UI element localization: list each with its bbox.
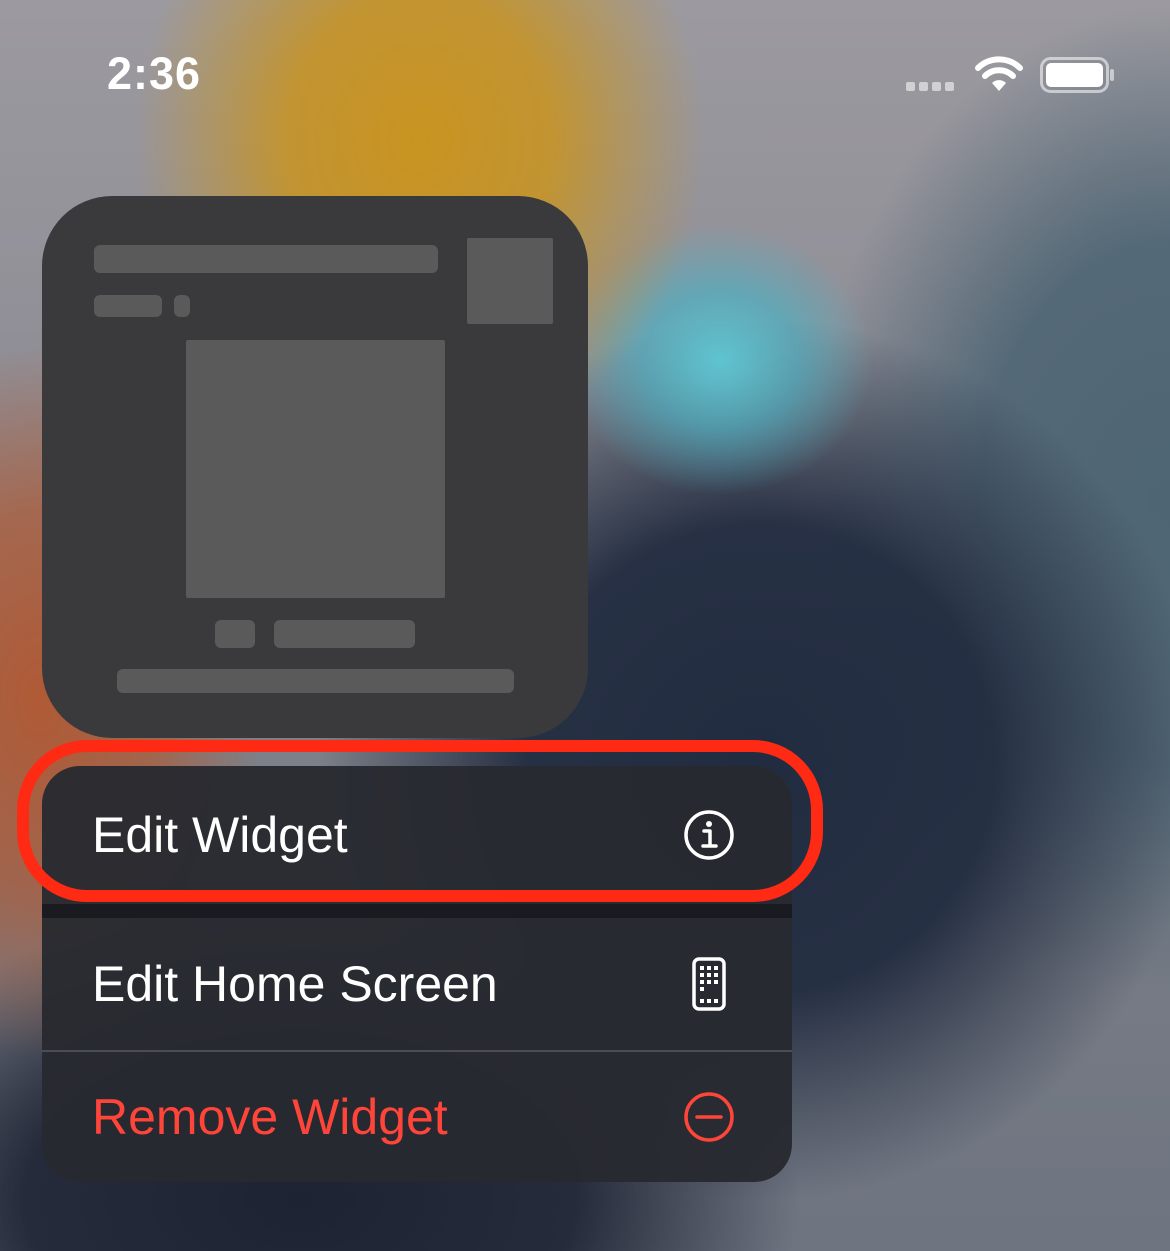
placeholder-dot <box>174 295 190 317</box>
remove-widget-label: Remove Widget <box>92 1089 448 1145</box>
edit-home-screen-button[interactable]: Edit Home Screen <box>42 918 792 1050</box>
minus-circle-icon <box>684 1092 734 1142</box>
battery-icon <box>1040 57 1114 93</box>
remove-widget-button[interactable]: Remove Widget <box>42 1052 792 1182</box>
placeholder-label-bar <box>274 620 415 648</box>
phone-apps-icon <box>692 957 726 1011</box>
placeholder-subtitle-bar <box>94 295 162 317</box>
placeholder-footer-bar <box>117 669 514 693</box>
cellular-signal-icon <box>906 82 954 91</box>
placeholder-title-bar <box>94 245 438 273</box>
home-screen: 2:36 Edit Widget Edit Home Screen Remove… <box>0 0 1170 1251</box>
placeholder-image <box>186 340 445 598</box>
status-time: 2:36 <box>107 48 202 99</box>
widget-preview[interactable] <box>42 196 588 738</box>
placeholder-thumbnail <box>467 238 553 324</box>
wifi-icon <box>975 56 1023 91</box>
placeholder-small-bar <box>215 620 255 648</box>
highlight-outline <box>17 740 823 902</box>
edit-home-screen-label: Edit Home Screen <box>92 956 498 1012</box>
menu-section-divider <box>42 904 792 918</box>
